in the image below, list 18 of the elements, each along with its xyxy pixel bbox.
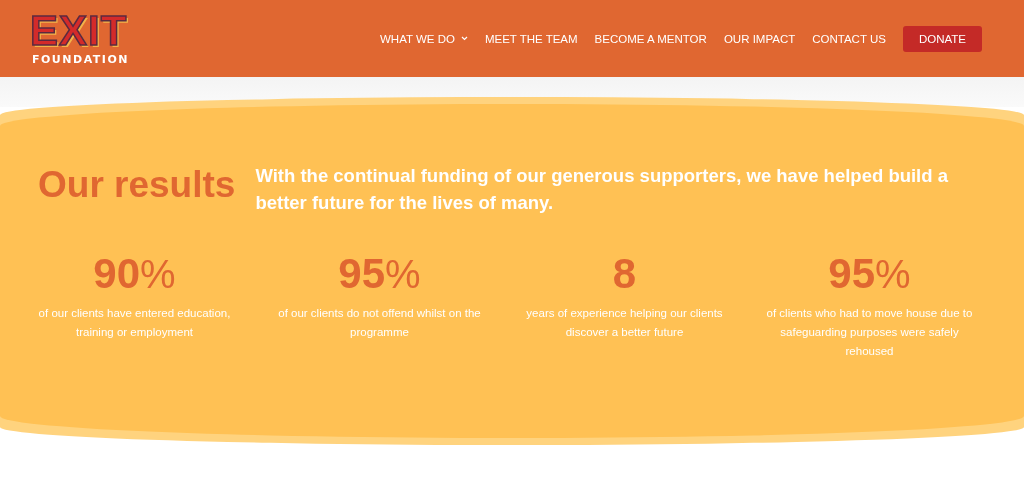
stat-caption: of our clients do not offend whilst on the programme <box>277 306 482 340</box>
caret-icon <box>460 36 468 41</box>
stat-caption: of clients who had to move house due to safeguarding purposes were safely rehoused <box>765 306 974 359</box>
stat-caption: years of experience helping our clients discover a better future <box>525 306 724 340</box>
nav-link[interactable]: OUR IMPACT <box>723 32 796 45</box>
stat-number: 8 <box>612 252 637 296</box>
nav-link[interactable]: BECOME A MENTOR <box>594 32 707 45</box>
nav-link[interactable]: WHAT WE DO <box>379 32 468 45</box>
stat-number: 90% <box>93 252 176 296</box>
stat-number: 95% <box>828 252 911 296</box>
nav-link[interactable]: MEET THE TEAM <box>484 32 578 45</box>
section-heading: Our results <box>38 164 236 206</box>
stat-caption: of our clients have entered education, training or employment <box>37 306 232 340</box>
donate-button[interactable]: DONATE <box>902 25 982 52</box>
intro-text: With the continual funding of our generous supporters, we have helped build a better future for the lives of many. <box>255 164 949 215</box>
logo-subtitle: FOUNDATION <box>32 53 129 66</box>
stat-number: 95% <box>338 252 421 296</box>
nav-link[interactable]: CONTACT US <box>812 32 886 45</box>
